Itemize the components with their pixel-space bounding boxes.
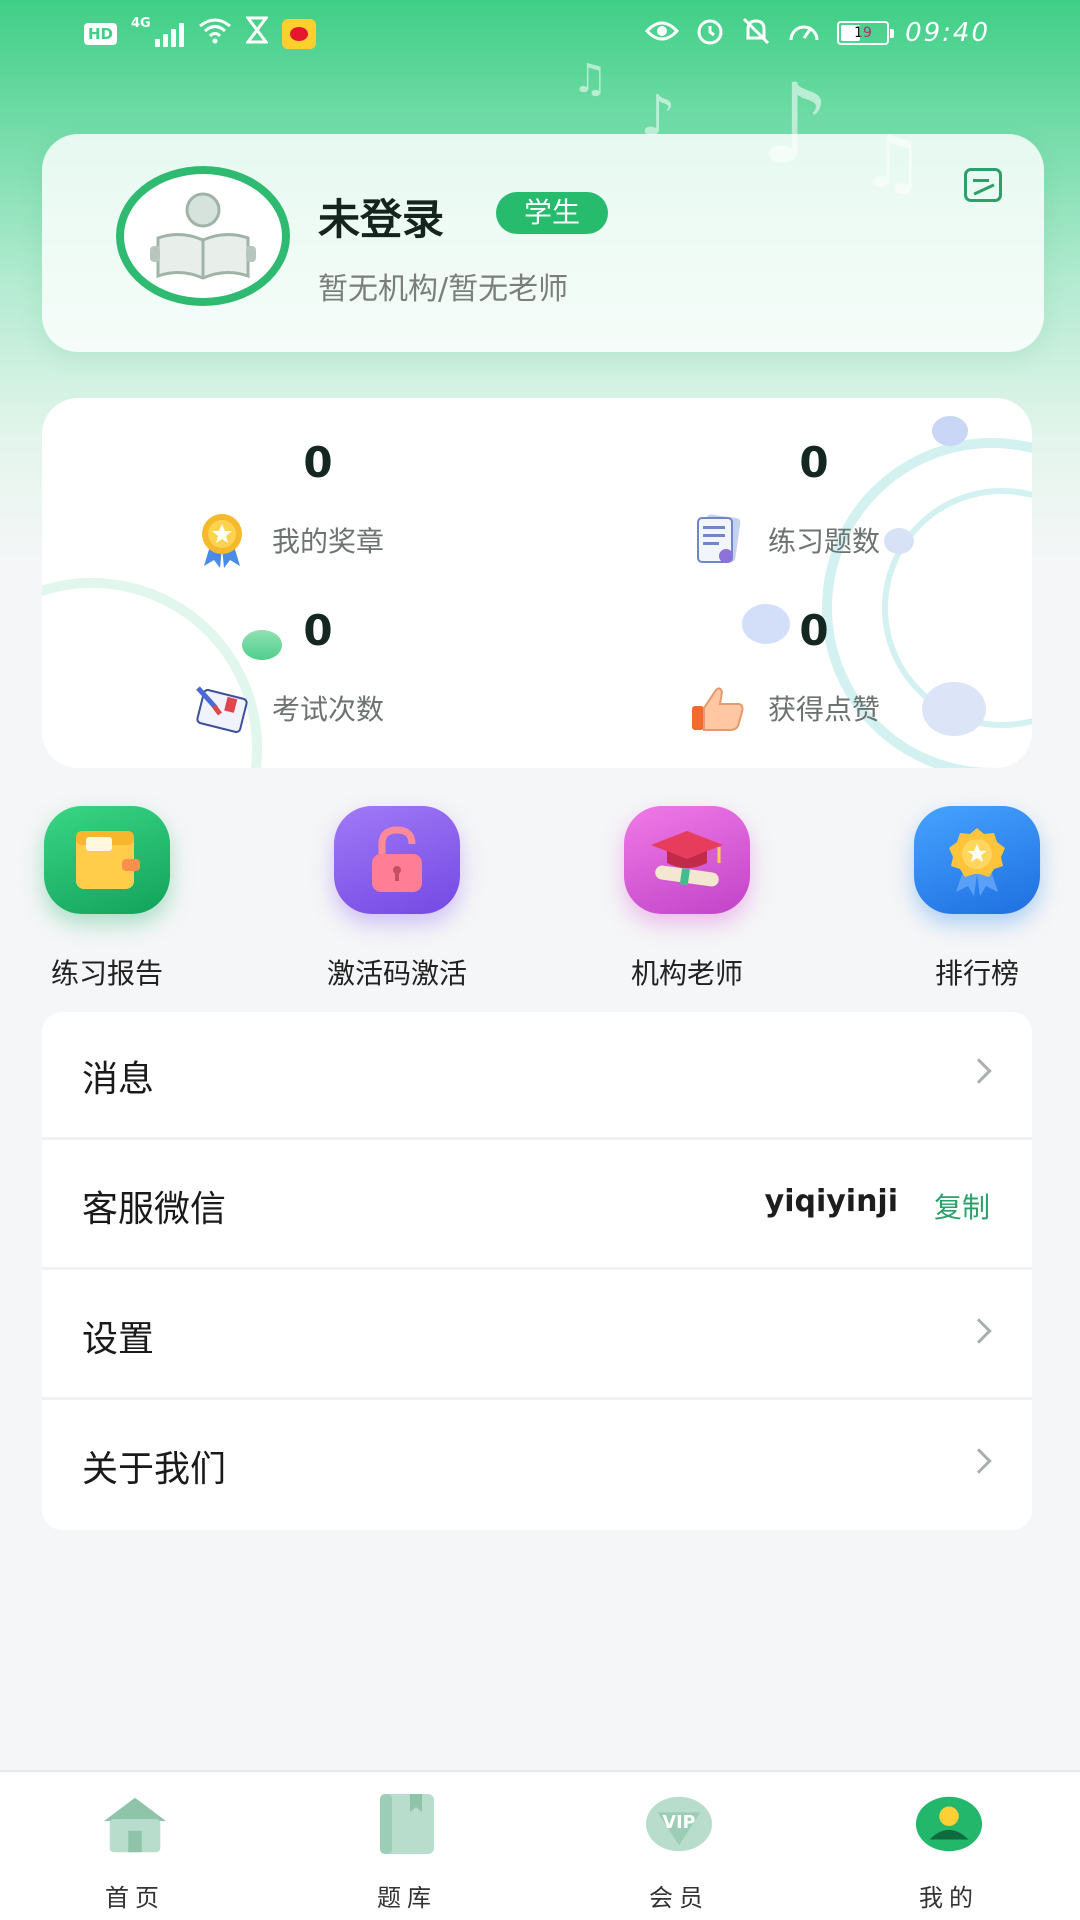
tab-home[interactable]: 首页	[62, 1792, 202, 1912]
quick-action-ranking[interactable]: 排行榜	[874, 806, 1054, 996]
stat-exam-value: 0	[303, 606, 333, 655]
organization-teacher-text: 暂无机构/暂无老师	[318, 272, 569, 307]
menu-item-label: 消息	[82, 1059, 155, 1100]
quick-action-label: 练习报告	[50, 957, 163, 990]
menu-item-wechat-support: 客服微信 yiqiyinji 复制	[42, 1142, 1032, 1270]
quick-action-label: 激活码激活	[326, 957, 467, 990]
exam-book-icon	[194, 680, 250, 736]
thumbs-up-icon	[690, 680, 746, 736]
wechat-id: yiqiyinji	[764, 1184, 898, 1219]
stats-card: 0 我的奖章 0 练习题数 0 考试次数 0 获得点赞	[42, 398, 1032, 768]
book-icon	[372, 1792, 442, 1856]
tab-label: 会员	[649, 1884, 709, 1912]
stat-medals-label: 我的奖章	[272, 525, 385, 558]
stat-exam-count[interactable]: 0 考试次数	[196, 566, 528, 733]
menu-item-label: 设置	[82, 1319, 155, 1360]
mute-bell-icon	[741, 16, 771, 50]
settings-list: 消息 客服微信 yiqiyinji 复制 设置 关于我们	[42, 1012, 1032, 1530]
document-icon	[690, 512, 746, 568]
tab-membership[interactable]: VIP 会员	[606, 1792, 746, 1912]
graduation-cap-icon	[651, 831, 723, 887]
unlock-icon	[372, 826, 422, 892]
menu-item-about-us[interactable]: 关于我们	[42, 1402, 1032, 1530]
medal-icon	[194, 512, 250, 568]
hd-badge: HD	[84, 22, 118, 45]
chevron-right-icon	[966, 1448, 992, 1474]
home-icon	[100, 1792, 170, 1856]
bottom-tab-bar: 首页 题库 VIP 会员 我的	[0, 1770, 1080, 1920]
vip-icon: VIP	[644, 1792, 714, 1856]
profile-icon	[914, 1792, 984, 1856]
tab-profile[interactable]: 我的	[876, 1792, 1016, 1912]
copy-button[interactable]: 复制	[934, 1186, 990, 1226]
chevron-right-icon	[966, 1318, 992, 1344]
stat-likes[interactable]: 0 获得点赞	[692, 566, 1024, 731]
network-type: 4G	[131, 16, 151, 31]
eye-icon	[645, 19, 680, 47]
battery-icon: 19	[837, 21, 895, 45]
ranking-tile[interactable]	[914, 806, 1040, 914]
tab-label: 题库	[377, 1884, 437, 1912]
speed-gauge-icon	[787, 16, 821, 50]
quick-action-activate-code[interactable]: 激活码激活	[294, 806, 474, 996]
stat-likes-label: 获得点赞	[768, 693, 881, 726]
chevron-right-icon	[966, 1058, 992, 1084]
menu-item-messages[interactable]: 消息	[42, 1012, 1032, 1140]
alarm-icon	[695, 16, 725, 50]
stat-practice-label: 练习题数	[768, 525, 881, 558]
tab-label: 首页	[105, 1884, 165, 1912]
wifi-icon	[198, 16, 232, 51]
menu-item-label: 客服微信	[82, 1189, 227, 1230]
practice-report-tile[interactable]	[44, 806, 170, 914]
menu-item-settings[interactable]: 设置	[42, 1272, 1032, 1400]
quick-action-label: 排行榜	[934, 957, 1019, 990]
ranking-medal-icon	[949, 828, 1005, 896]
stat-practice-count[interactable]: 0 练习题数	[697, 398, 1024, 563]
clock: 09:40	[905, 18, 990, 48]
tab-label: 我的	[919, 1884, 979, 1912]
quick-action-practice-report[interactable]: 练习报告	[4, 806, 184, 996]
user-name: 未登录	[318, 195, 445, 244]
quick-action-label: 机构老师	[630, 957, 743, 990]
hourglass-icon	[244, 16, 269, 51]
stat-exam-label: 考试次数	[272, 693, 385, 726]
svg-text:VIP: VIP	[663, 1813, 696, 1833]
institution-teacher-tile[interactable]	[624, 806, 750, 914]
stat-medals-value: 0	[303, 438, 333, 487]
stat-practice-value: 0	[799, 438, 829, 487]
stat-likes-value: 0	[799, 606, 829, 655]
profile-card[interactable]: 未登录 学生 暂无机构/暂无老师	[42, 134, 1044, 352]
stat-medals[interactable]: 0 我的奖章	[202, 398, 528, 568]
role-badge: 学生	[496, 192, 609, 234]
activate-code-tile[interactable]	[334, 806, 460, 914]
edit-profile-icon[interactable]	[964, 168, 1002, 202]
reader-avatar-icon	[150, 192, 256, 280]
menu-item-label: 关于我们	[82, 1449, 227, 1490]
signal-icon	[154, 21, 184, 47]
weibo-icon	[281, 18, 316, 49]
tab-question-bank[interactable]: 题库	[334, 1792, 474, 1912]
notebook-icon	[76, 831, 140, 889]
avatar[interactable]	[116, 166, 290, 306]
quick-action-institution-teacher[interactable]: 机构老师	[584, 806, 764, 996]
status-bar: HD 4G 19 09:40	[0, 0, 1080, 70]
